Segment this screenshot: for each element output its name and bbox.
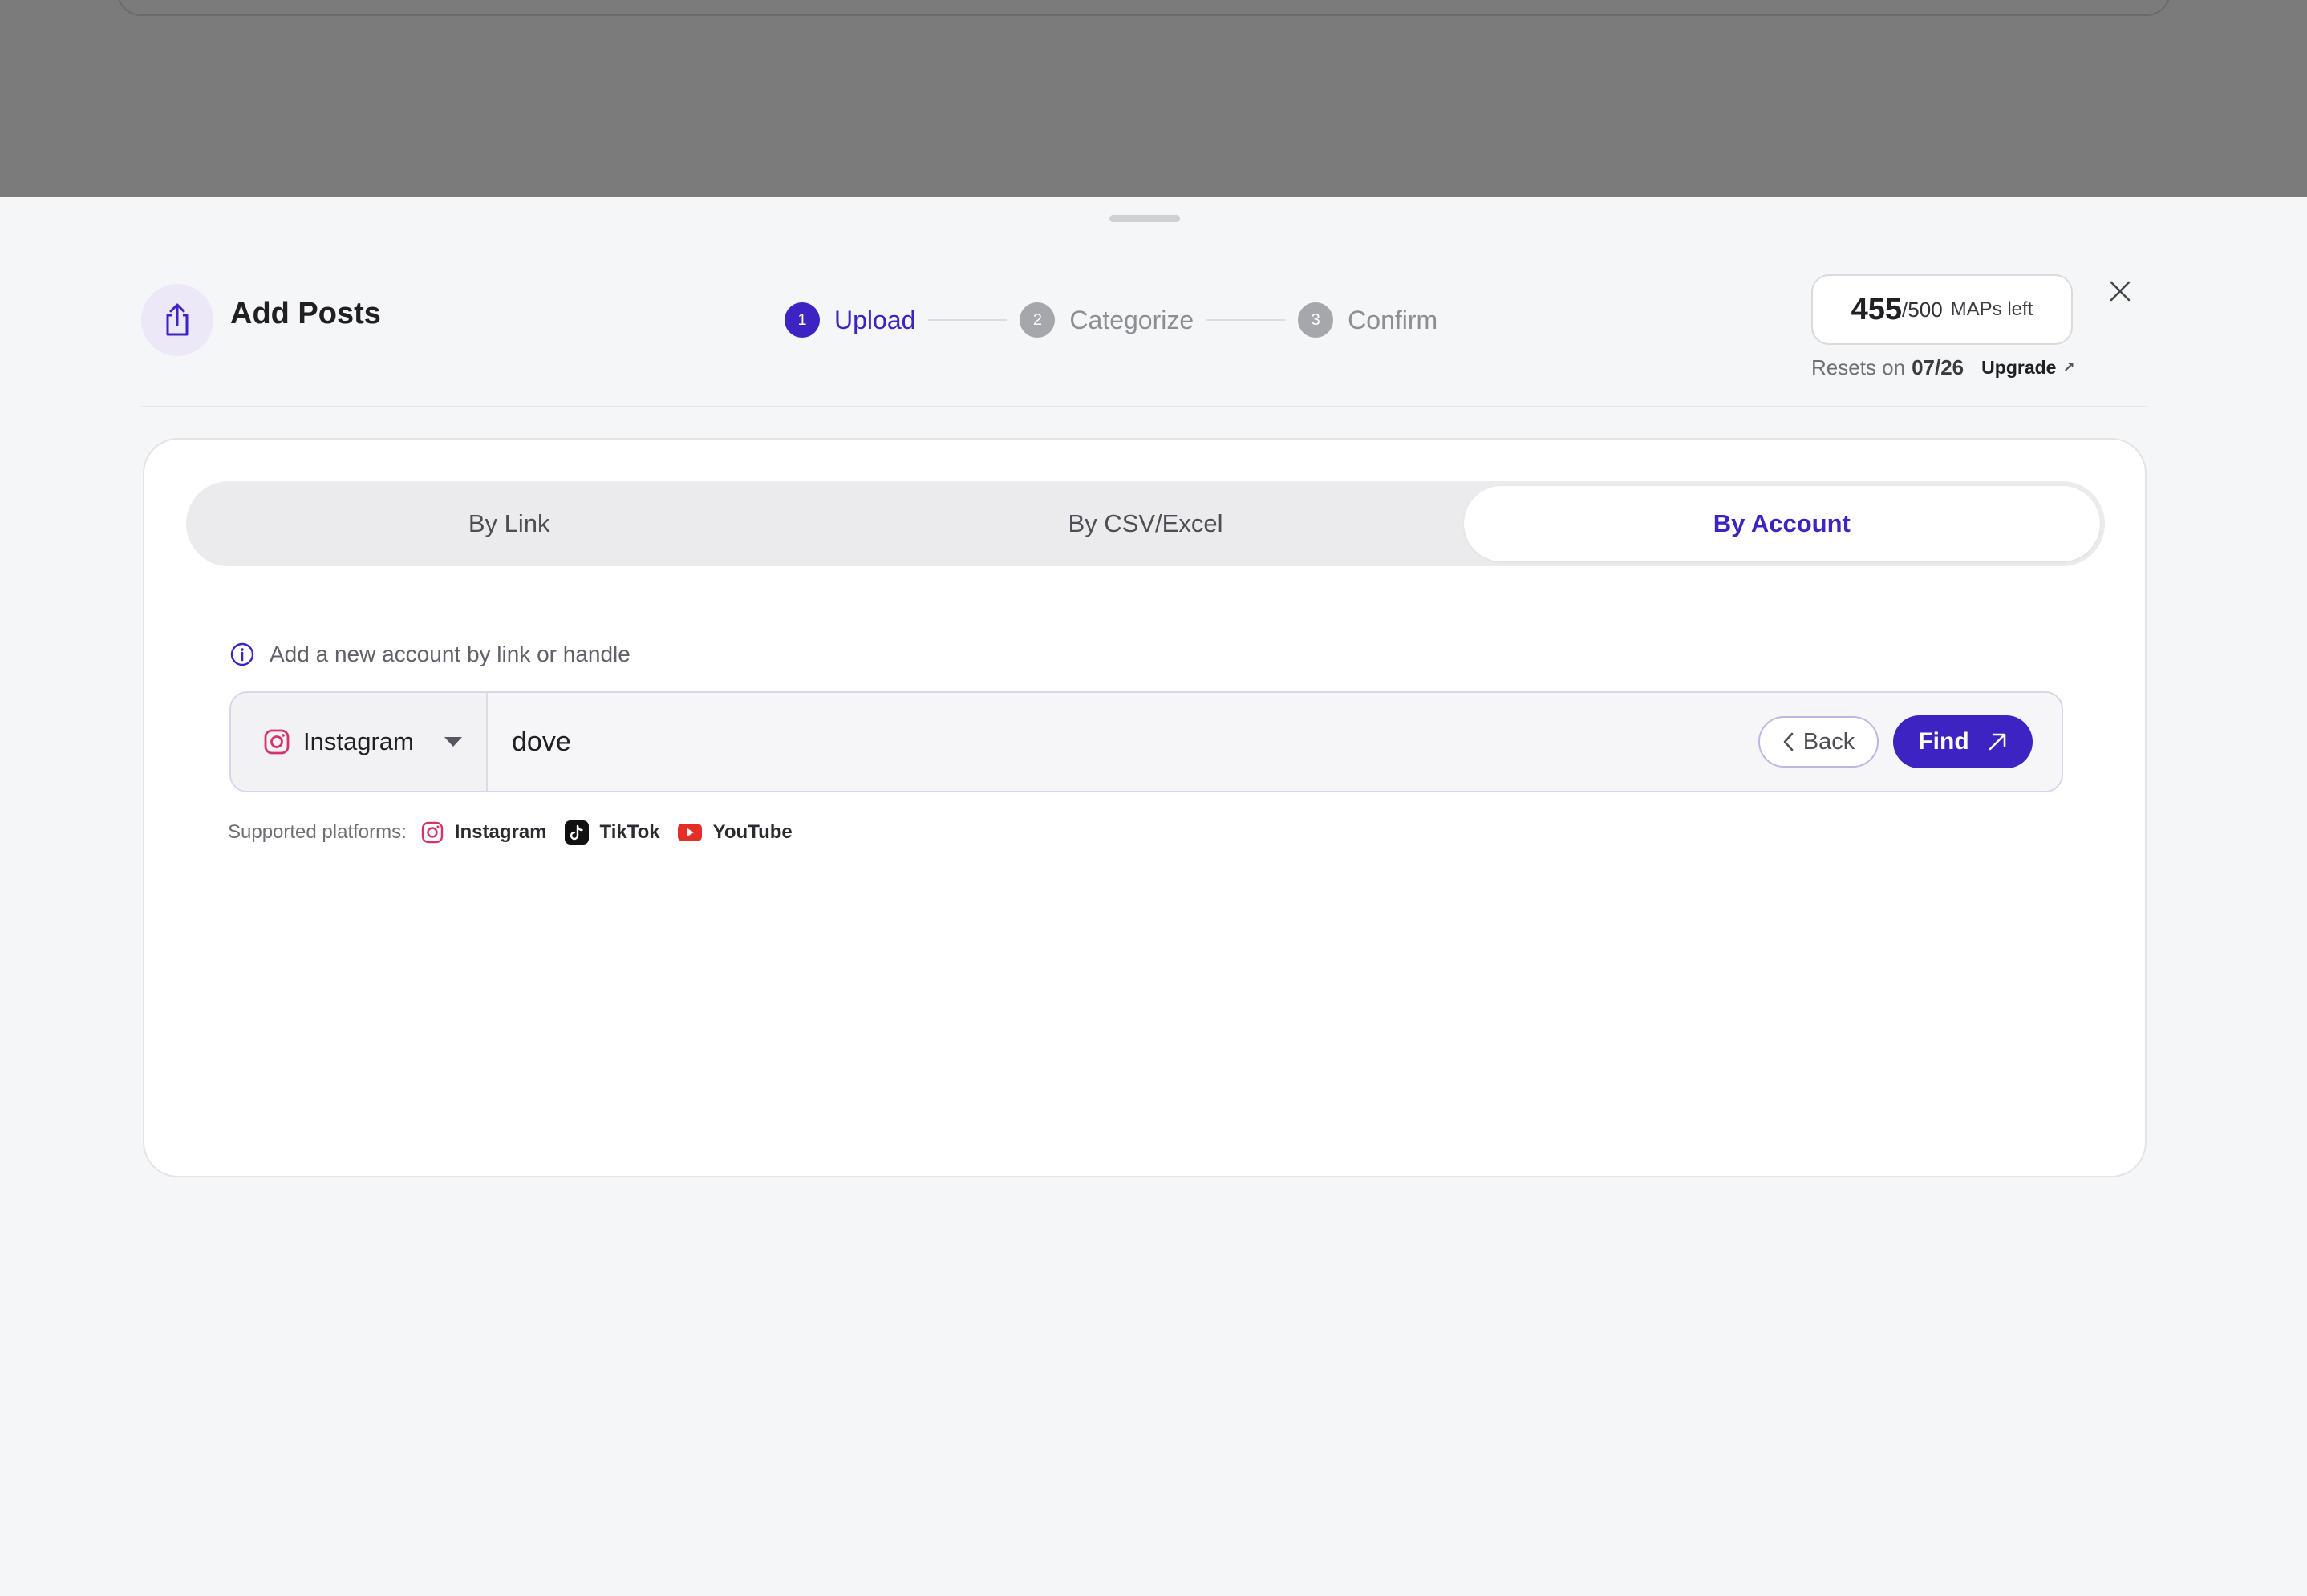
upgrade-label: Upgrade bbox=[1981, 356, 2057, 378]
youtube-icon bbox=[677, 824, 702, 841]
close-button[interactable] bbox=[2100, 271, 2140, 311]
platform-dropdown[interactable]: Instagram bbox=[231, 693, 488, 791]
drag-handle[interactable] bbox=[1109, 215, 1180, 222]
arrow-up-right-icon bbox=[1989, 733, 2005, 751]
step-number: 1 bbox=[785, 302, 820, 338]
tab-by-csv[interactable]: By CSV/Excel bbox=[827, 486, 1463, 561]
step-connector bbox=[1206, 319, 1286, 321]
close-icon bbox=[2110, 281, 2131, 302]
upload-icon-badge bbox=[141, 284, 213, 356]
maps-count: 455 bbox=[1851, 292, 1903, 326]
chevron-down-icon bbox=[444, 737, 462, 747]
supported-platforms: Supported platforms: Instagram TikTok Yo… bbox=[228, 816, 810, 849]
resets-info: Resets on 07/26 Upgrade ↗ bbox=[1811, 351, 2075, 383]
add-posts-sheet: Add Posts 1 Upload 2 Categorize 3 Confir… bbox=[0, 197, 2307, 1596]
platform-name: YouTube bbox=[712, 821, 793, 843]
account-search-bar: Instagram Back Find bbox=[229, 691, 2063, 792]
header-divider bbox=[141, 406, 2148, 407]
background-card bbox=[117, 0, 2171, 16]
step-confirm[interactable]: 3 Confirm bbox=[1298, 302, 1437, 338]
back-label: Back bbox=[1802, 728, 1855, 755]
page-title: Add Posts bbox=[230, 297, 381, 330]
maps-counter: 455 /500 MAPs left bbox=[1811, 274, 2073, 345]
step-label: Upload bbox=[834, 305, 916, 334]
info-hint: Add a new account by link or handle bbox=[229, 638, 630, 670]
back-button[interactable]: Back bbox=[1758, 716, 1879, 768]
supported-label: Supported platforms: bbox=[228, 821, 407, 843]
instagram-icon bbox=[264, 729, 290, 755]
chevron-left-icon bbox=[1783, 732, 1794, 751]
stepper: 1 Upload 2 Categorize 3 Confirm bbox=[785, 300, 1437, 340]
info-icon bbox=[230, 642, 254, 666]
tab-by-link[interactable]: By Link bbox=[191, 486, 827, 561]
step-connector bbox=[928, 319, 1008, 321]
instagram-icon bbox=[421, 821, 443, 844]
upload-icon bbox=[166, 303, 189, 336]
step-label: Categorize bbox=[1069, 305, 1194, 334]
handle-input[interactable] bbox=[488, 693, 1758, 791]
step-label: Confirm bbox=[1348, 305, 1438, 334]
upload-card: By Link By CSV/Excel By Account Add a ne… bbox=[143, 438, 2147, 1177]
platform-name: TikTok bbox=[599, 821, 660, 843]
external-arrow-icon: ↗ bbox=[2062, 358, 2075, 375]
step-number: 3 bbox=[1298, 302, 1334, 338]
find-label: Find bbox=[1918, 728, 1969, 755]
maps-suffix: MAPs left bbox=[1950, 298, 2033, 320]
supported-youtube: YouTube bbox=[677, 821, 793, 844]
resets-prefix: Resets on bbox=[1811, 354, 1906, 379]
step-categorize[interactable]: 2 Categorize bbox=[1020, 302, 1194, 338]
maps-total: /500 bbox=[1902, 297, 1943, 322]
tab-by-account[interactable]: By Account bbox=[1463, 486, 2100, 561]
platform-selected: Instagram bbox=[303, 727, 414, 755]
upgrade-link[interactable]: Upgrade ↗ bbox=[1981, 357, 2074, 379]
supported-instagram: Instagram bbox=[421, 821, 547, 844]
platform-name: Instagram bbox=[454, 821, 547, 843]
step-upload[interactable]: 1 Upload bbox=[785, 302, 915, 338]
resets-date: 07/26 bbox=[1912, 354, 1964, 379]
tiktok-icon bbox=[564, 820, 589, 845]
info-text: Add a new account by link or handle bbox=[270, 642, 630, 666]
step-number: 2 bbox=[1020, 302, 1056, 338]
supported-tiktok: TikTok bbox=[564, 820, 660, 845]
modal-backdrop[interactable] bbox=[0, 0, 2307, 197]
upload-method-tabs: By Link By CSV/Excel By Account bbox=[186, 481, 2105, 566]
find-button[interactable]: Find bbox=[1893, 715, 2033, 768]
